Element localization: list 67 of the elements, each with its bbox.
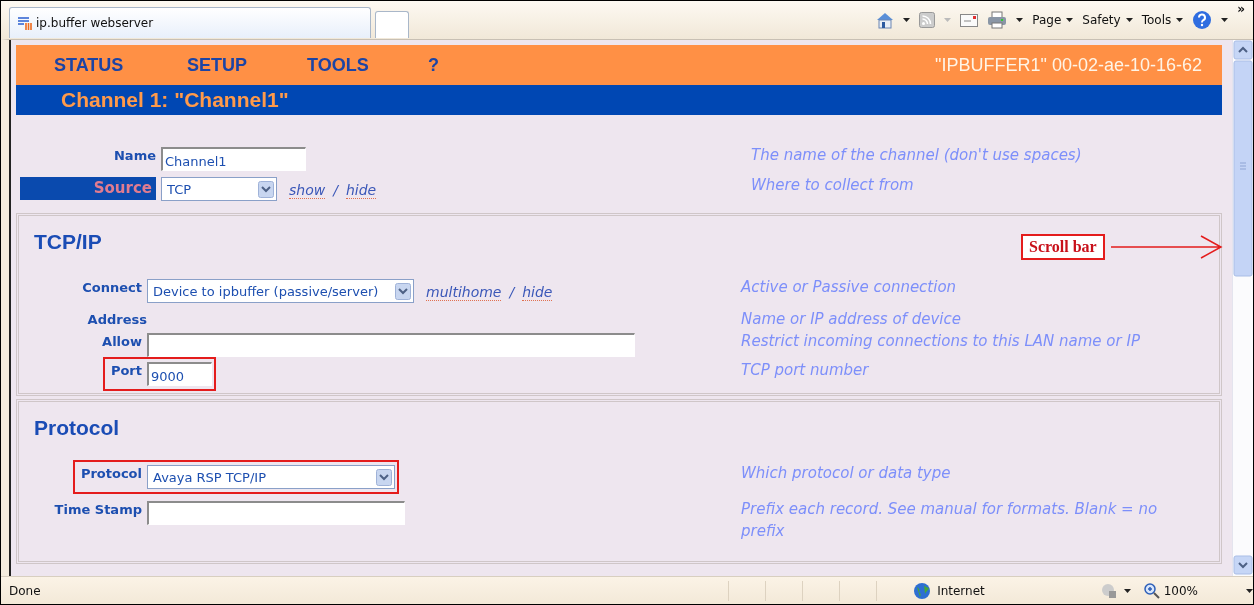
dropdown[interactable]: TCP [161, 177, 277, 201]
field-hint: Where to collect from [751, 175, 915, 196]
caret-icon[interactable] [903, 18, 911, 22]
caret-icon[interactable] [1176, 18, 1184, 22]
dropdown[interactable]: Device to ipbuffer (passive/server) [147, 279, 414, 303]
status-text: Done [9, 583, 42, 598]
field-label: Protocol [80, 465, 142, 482]
field-hint: Restrict incoming connections to this LAN name or IP [741, 331, 1141, 352]
field-hint: Prefix each record. See manual for formats. Blank = no prefix [741, 499, 1159, 542]
field-hint: The name of the channel (don't use spaces) [751, 145, 1083, 166]
field-label: Connect [82, 279, 142, 296]
caret-icon[interactable] [1124, 588, 1132, 593]
field-hint: Active or Passive connection [741, 277, 958, 298]
nav-item[interactable]: ? [428, 54, 936, 76]
tab-title: ip.buffer webserver [36, 16, 154, 30]
toolbar-menu[interactable]: Page [1032, 13, 1074, 27]
text-field[interactable]: 9000 [147, 362, 212, 386]
section-title: Protocol [34, 416, 120, 440]
scrollbar[interactable] [1233, 40, 1253, 576]
text-field[interactable] [147, 501, 405, 525]
toggle-link[interactable]: multihome [426, 284, 502, 301]
zoom-control[interactable]: 100% [1143, 582, 1253, 599]
page-icon [18, 16, 32, 30]
field-hint: Which protocol or data type [741, 463, 952, 484]
home-icon[interactable] [876, 11, 895, 29]
link-separator: / [333, 182, 338, 199]
text-field[interactable]: Channel1 [161, 147, 306, 171]
mail-icon[interactable] [960, 13, 979, 27]
field-label: Port [110, 362, 142, 379]
text-field[interactable] [147, 333, 635, 357]
toggle-link[interactable]: show [289, 182, 326, 199]
caret-icon[interactable] [1016, 18, 1024, 22]
field-label: Source [20, 177, 156, 200]
toggle-link[interactable]: hide [522, 284, 553, 301]
more-button[interactable]: » [1237, 2, 1245, 16]
zone-label: Internet [937, 583, 985, 598]
field-label: Time Stamp [54, 501, 142, 518]
printer-icon[interactable] [987, 11, 1008, 29]
field-label: Allow [102, 333, 142, 350]
browser-tab[interactable]: ip.buffer webserver [9, 7, 371, 38]
caret-icon[interactable] [1246, 588, 1253, 593]
channel-title: Channel 1: "Channel1" [16, 85, 1222, 115]
caret-icon[interactable] [1221, 18, 1229, 22]
link-separator: / [509, 284, 515, 301]
section-title: TCP/IP [34, 230, 102, 254]
toolbar-menu[interactable]: Safety [1082, 13, 1133, 27]
field-hint: TCP port number [741, 360, 870, 381]
caret-icon[interactable] [1066, 18, 1074, 22]
zoom-icon [1143, 582, 1160, 599]
chevron-down-icon[interactable] [258, 180, 274, 198]
toggle-link[interactable]: hide [345, 182, 377, 199]
dropdown[interactable]: Avaya RSP TCP/IP [147, 465, 395, 489]
field-hint: Name or IP address of device [741, 309, 962, 330]
annotation-label: Scroll bar [1021, 234, 1105, 260]
device-id: "IPBUFFER1" 00-02-ae-10-16-62 [935, 54, 1203, 76]
field-label: Address [87, 311, 147, 328]
feed-icon[interactable] [919, 12, 936, 28]
globe-icon [913, 581, 932, 600]
chevron-down-icon[interactable] [395, 282, 411, 300]
nav-item[interactable]: STATUS [54, 54, 187, 76]
toolbar-menu[interactable]: Tools [1141, 13, 1184, 27]
caret-icon[interactable] [1125, 18, 1133, 22]
help-icon[interactable] [1192, 10, 1213, 30]
nav-item[interactable]: TOOLS [307, 54, 428, 76]
chevron-down-icon[interactable] [376, 468, 392, 486]
field-label: Name [114, 147, 156, 164]
nav-item[interactable]: SETUP [187, 54, 307, 76]
